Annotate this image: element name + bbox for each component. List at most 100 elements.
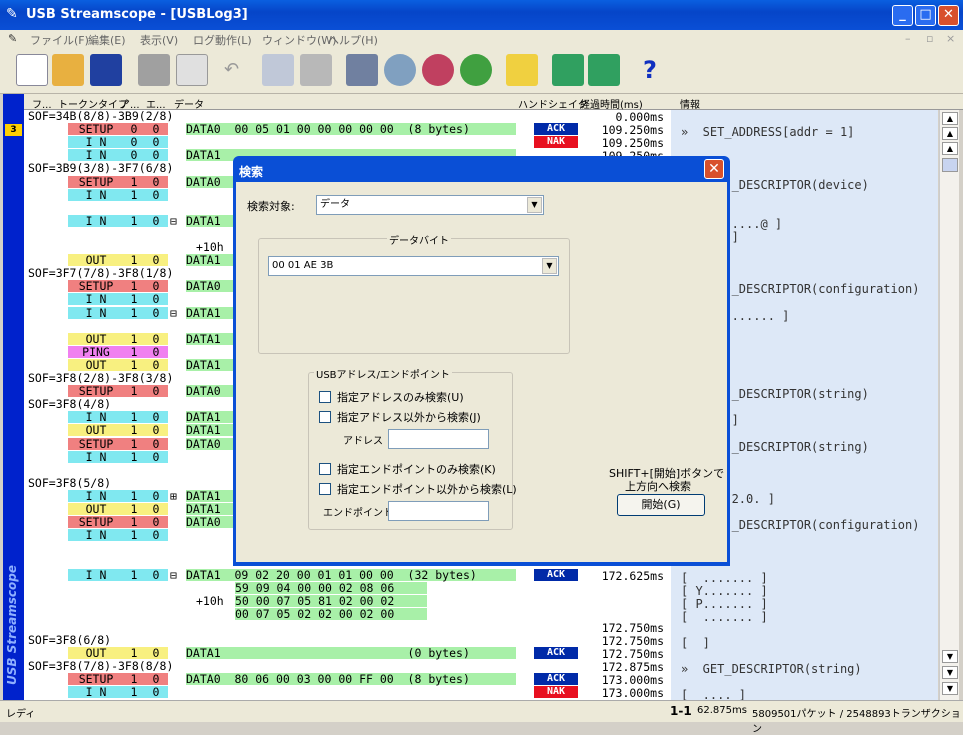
table-row[interactable]: 59 09 04 00 00 02 08 06: [24, 581, 671, 595]
search-icon[interactable]: [384, 54, 416, 86]
menu-bar: ✎ ファイル(F) 編集(E) 表示(V) ログ動作(L) ウィンドウ(W) ヘ…: [0, 30, 963, 48]
scroll-thumb[interactable]: [942, 158, 958, 172]
scroll-down-icon[interactable]: ▼: [942, 650, 958, 663]
maximize-button[interactable]: □: [915, 5, 936, 26]
table-row[interactable]: I N 1 0 ⊟ DATA1 09 02 20 00 01 01 00 00 (32 …: [24, 568, 671, 583]
chevron-down-icon[interactable]: ▼: [542, 258, 557, 274]
token-type: SETUP: [68, 516, 124, 529]
data-offset: +10h: [196, 593, 224, 608]
mdi-close-icon[interactable]: ×: [946, 32, 955, 45]
col-info[interactable]: 情報: [680, 96, 700, 111]
table-row[interactable]: I N 0 0 NAK 109.250ms: [24, 136, 671, 150]
menu-log[interactable]: ログ動作(L): [193, 32, 252, 48]
elapsed-time: 0.000ms: [615, 110, 664, 124]
scroll-bottom-icon[interactable]: ▼: [942, 682, 958, 695]
scroll-pageup-icon[interactable]: ▲: [942, 127, 958, 140]
dialog-close-button[interactable]: ✕: [704, 159, 724, 179]
address-input[interactable]: [388, 429, 489, 449]
bytes-value: 00 01 AE 3B: [272, 260, 334, 271]
table-row[interactable]: 00 07 05 02 02 00 02 00: [24, 607, 671, 621]
bytes-input[interactable]: 00 01 AE 3B ▼: [268, 256, 559, 276]
scroll-pagedown-icon[interactable]: ▼: [942, 666, 958, 679]
endpoint-cell: 0: [144, 175, 168, 188]
exclude-address-label: 指定アドレス以外から検索(J): [337, 411, 481, 424]
table-row[interactable]: I N 1 0 NAK 173.000ms: [24, 686, 671, 700]
scroll-up-icon[interactable]: ▲: [942, 142, 958, 155]
mdi-restore-icon[interactable]: ▫: [926, 32, 933, 45]
col-time[interactable]: 経過時間(ms): [580, 96, 643, 111]
col-data[interactable]: データ: [174, 96, 204, 111]
data-continuation: 00 07 05 02 02 00 02 00: [235, 607, 427, 620]
elapsed-time: 172.875ms: [601, 660, 664, 675]
table-row[interactable]: OUT 1 0 DATA1 (0 bytes) ACK 172.750ms: [24, 647, 671, 661]
sof-label: SOF=3F8(2/8)-3F8(3/8): [28, 371, 174, 385]
title-bar: ✎ USB Streamscope - [USBLog3] _ □ ✕: [0, 0, 963, 30]
chevron-down-icon[interactable]: ▼: [527, 197, 542, 213]
menu-window[interactable]: ウィンドウ(W): [262, 32, 336, 48]
col-token[interactable]: トークンタイプ: [58, 96, 128, 111]
table-row[interactable]: SOF=34B(8/8)-3B9(2/8) 0.000ms: [24, 110, 671, 124]
start-button[interactable]: 開始(G): [617, 494, 705, 516]
save-icon[interactable]: [90, 54, 122, 86]
endpoint-cell: 0: [144, 293, 168, 306]
bookmark-marker[interactable]: 3: [5, 124, 22, 136]
address-cell: 1: [124, 358, 144, 371]
minimize-button[interactable]: _: [892, 5, 913, 26]
token-type: PING: [68, 345, 124, 358]
column-header: フ... トークンタイプ ア... エ... データ ハンドシェイク 経過時間(…: [24, 94, 963, 111]
table-row[interactable]: SETUP 0 0 DATA0 00 05 01 00 00 00 00 00 (8 …: [24, 123, 671, 137]
scroll-top-icon[interactable]: ▲: [942, 112, 958, 125]
open-folder-icon[interactable]: [52, 54, 84, 86]
expand-icon[interactable]: ⊟: [170, 569, 177, 581]
vertical-scrollbar[interactable]: ▲ ▲ ▲ ▼ ▼ ▼: [939, 110, 959, 700]
endpoint-input[interactable]: [388, 501, 489, 521]
copy-icon[interactable]: [262, 54, 294, 86]
endpoint-cell: 0: [144, 516, 168, 529]
new-file-icon[interactable]: [16, 54, 48, 86]
print-preview-icon[interactable]: [176, 54, 208, 86]
properties-icon[interactable]: [346, 54, 378, 86]
token-type: I N: [68, 149, 124, 162]
col-frame[interactable]: フ...: [32, 96, 52, 111]
col-addr[interactable]: ア...: [120, 96, 140, 111]
undo-icon[interactable]: ↶: [224, 54, 248, 86]
only-address-checkbox[interactable]: [319, 391, 331, 403]
info-line: » SET_ADDRESS[addr = 1]: [681, 125, 855, 140]
address-cell: 0: [124, 149, 144, 162]
mdi-min-icon[interactable]: –: [905, 32, 911, 45]
window-title: USB Streamscope - [USBLog3]: [26, 7, 248, 22]
marker-clear-icon[interactable]: [588, 54, 620, 86]
address-cell: 1: [124, 686, 144, 699]
expand-icon[interactable]: ⊞: [170, 490, 177, 502]
endpoint-cell: 0: [144, 280, 168, 293]
table-row[interactable]: SETUP 1 0 DATA0 80 06 00 03 00 00 FF 00 (8 …: [24, 673, 671, 687]
address-cell: 1: [124, 293, 144, 306]
menu-help[interactable]: ヘルプ(H): [328, 32, 378, 48]
endpoint-cell: 0: [144, 188, 168, 201]
menu-edit[interactable]: 編集(E): [88, 32, 126, 48]
only-endpoint-checkbox[interactable]: [319, 463, 331, 475]
marker-icon[interactable]: [552, 54, 584, 86]
col-handshake[interactable]: ハンドシェイク: [518, 96, 588, 111]
address-cell: 1: [124, 450, 144, 463]
search-prev-icon[interactable]: [460, 54, 492, 86]
expand-icon[interactable]: ⊟: [170, 215, 177, 227]
target-select[interactable]: データ ▼: [316, 195, 544, 215]
menu-view[interactable]: 表示(V): [140, 32, 178, 48]
close-button[interactable]: ✕: [938, 5, 959, 26]
table-row[interactable]: 172.750ms: [24, 621, 671, 635]
menu-file[interactable]: ファイル(F): [30, 32, 89, 48]
elapsed-time: 173.000ms: [601, 686, 664, 700]
table-row[interactable]: SOF=3F8(6/8) 172.750ms: [24, 634, 671, 648]
help-icon[interactable]: ?: [634, 54, 666, 86]
search-next-icon[interactable]: [422, 54, 454, 86]
col-ep[interactable]: エ...: [146, 96, 166, 111]
paste-icon[interactable]: [300, 54, 332, 86]
exclude-endpoint-checkbox[interactable]: [319, 483, 331, 495]
exclude-address-checkbox[interactable]: [319, 411, 331, 423]
table-row[interactable]: SOF=3F8(7/8)-3F8(8/8) 172.875ms: [24, 660, 671, 675]
trigger-icon[interactable]: [506, 54, 538, 86]
table-row[interactable]: +10h 50 00 07 05 81 02 00 02: [24, 593, 671, 608]
print-icon[interactable]: [138, 54, 170, 86]
expand-icon[interactable]: ⊟: [170, 307, 177, 319]
